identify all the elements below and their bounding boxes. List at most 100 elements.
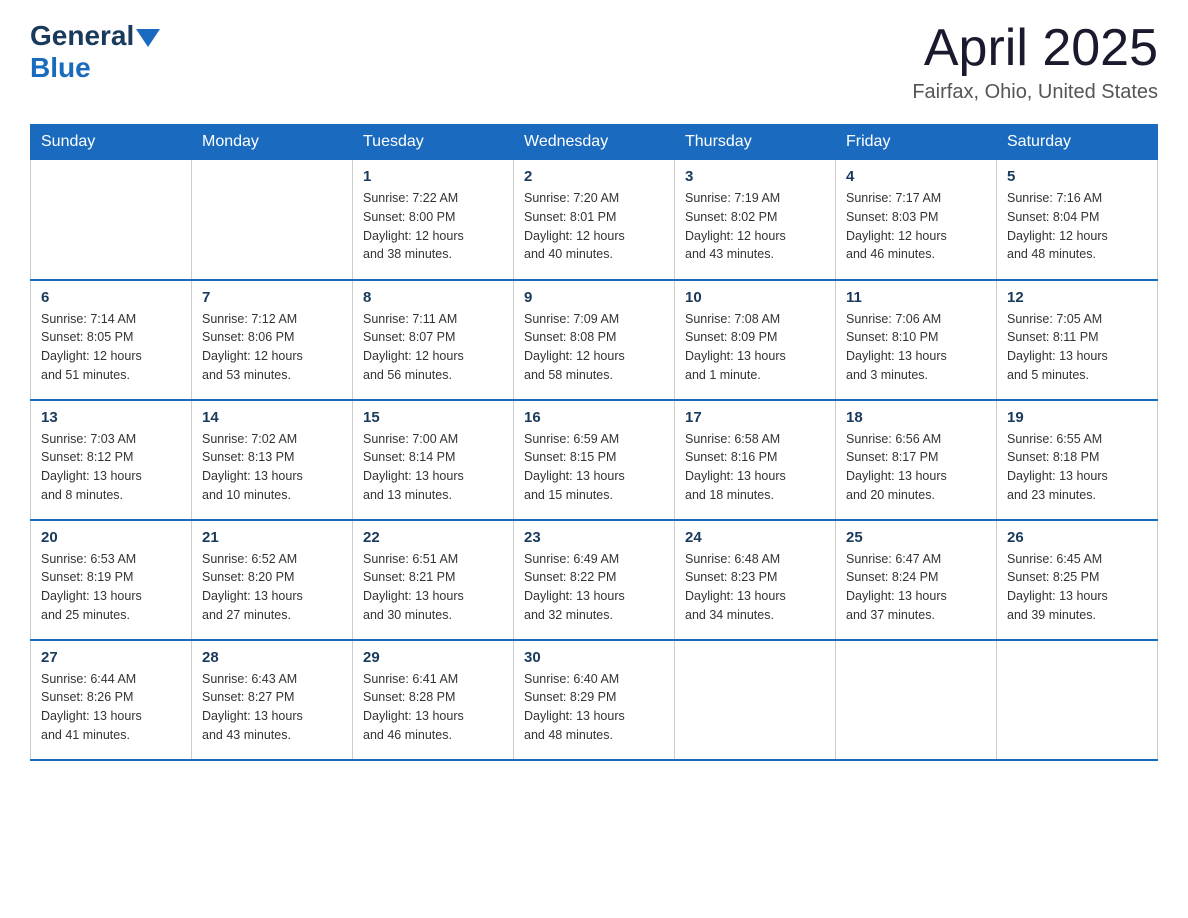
calendar-cell: 10 Sunrise: 7:08 AM Sunset: 8:09 PM Dayli… [675, 280, 836, 400]
calendar-cell: 21 Sunrise: 6:52 AM Sunset: 8:20 PM Dayli… [192, 520, 353, 640]
calendar-cell: 26Sunrise: 6:45 AM Sunset: 8:25 PM Dayli… [997, 520, 1158, 640]
day-number: 14 [202, 409, 342, 426]
day-number: 4 [846, 168, 986, 185]
day-of-week-header: Tuesday [353, 125, 514, 160]
day-info: Sunrise: 7:19 AM Sunset: 8:02 PM Dayligh… [685, 189, 825, 264]
calendar-cell: 4 Sunrise: 7:17 AM Sunset: 8:03 PM Daylig… [836, 160, 997, 280]
day-number: 2 [524, 168, 664, 185]
calendar-cell [997, 640, 1158, 760]
day-number: 17 [685, 409, 825, 426]
location-text: Fairfax, Ohio, United States [912, 81, 1158, 104]
logo-blue-text: Blue [30, 52, 91, 84]
calendar-cell: 6 Sunrise: 7:14 AM Sunset: 8:05 PM Daylig… [31, 280, 192, 400]
calendar-cell: 15 Sunrise: 7:00 AM Sunset: 8:14 PM Dayli… [353, 400, 514, 520]
calendar-cell: 29Sunrise: 6:41 AM Sunset: 8:28 PM Dayli… [353, 640, 514, 760]
day-of-week-header: Thursday [675, 125, 836, 160]
day-number: 30 [524, 649, 664, 666]
day-number: 24 [685, 529, 825, 546]
day-number: 26 [1007, 529, 1147, 546]
month-title: April 2025 [912, 20, 1158, 77]
day-number: 12 [1007, 289, 1147, 306]
day-of-week-header: Friday [836, 125, 997, 160]
calendar-cell: 13 Sunrise: 7:03 AM Sunset: 8:12 PM Dayli… [31, 400, 192, 520]
day-info: Sunrise: 6:49 AM Sunset: 8:22 PM Dayligh… [524, 550, 664, 625]
day-number: 15 [363, 409, 503, 426]
calendar-cell: 20 Sunrise: 6:53 AM Sunset: 8:19 PM Dayli… [31, 520, 192, 640]
day-number: 18 [846, 409, 986, 426]
day-number: 9 [524, 289, 664, 306]
day-info: Sunrise: 6:53 AM Sunset: 8:19 PM Dayligh… [41, 550, 181, 625]
calendar-week-row: 27 Sunrise: 6:44 AM Sunset: 8:26 PM Dayli… [31, 640, 1158, 760]
day-info: Sunrise: 7:11 AM Sunset: 8:07 PM Dayligh… [363, 310, 503, 385]
day-number: 28 [202, 649, 342, 666]
calendar-cell: 19 Sunrise: 6:55 AM Sunset: 8:18 PM Dayli… [997, 400, 1158, 520]
day-number: 21 [202, 529, 342, 546]
day-info: Sunrise: 7:14 AM Sunset: 8:05 PM Dayligh… [41, 310, 181, 385]
calendar-cell: 14 Sunrise: 7:02 AM Sunset: 8:13 PM Dayli… [192, 400, 353, 520]
calendar-cell: 23 Sunrise: 6:49 AM Sunset: 8:22 PM Dayli… [514, 520, 675, 640]
day-number: 22 [363, 529, 503, 546]
calendar-cell: 30 Sunrise: 6:40 AM Sunset: 8:29 PM Dayli… [514, 640, 675, 760]
calendar-body: 1 Sunrise: 7:22 AM Sunset: 8:00 PM Daylig… [31, 160, 1158, 760]
day-number: 7 [202, 289, 342, 306]
calendar-table: SundayMondayTuesdayWednesdayThursdayFrid… [30, 124, 1158, 761]
day-number: 16 [524, 409, 664, 426]
day-info: Sunrise: 7:20 AM Sunset: 8:01 PM Dayligh… [524, 189, 664, 264]
day-info: Sunrise: 7:17 AM Sunset: 8:03 PM Dayligh… [846, 189, 986, 264]
calendar-cell [836, 640, 997, 760]
day-number: 19 [1007, 409, 1147, 426]
calendar-cell: 24 Sunrise: 6:48 AM Sunset: 8:23 PM Dayli… [675, 520, 836, 640]
day-info: Sunrise: 6:48 AM Sunset: 8:23 PM Dayligh… [685, 550, 825, 625]
page-header: General Blue April 2025 Fairfax, Ohio, U… [30, 20, 1158, 104]
day-info: Sunrise: 6:47 AM Sunset: 8:24 PM Dayligh… [846, 550, 986, 625]
day-info: Sunrise: 6:56 AM Sunset: 8:17 PM Dayligh… [846, 430, 986, 505]
day-info: Sunrise: 7:16 AM Sunset: 8:04 PM Dayligh… [1007, 189, 1147, 264]
day-number: 3 [685, 168, 825, 185]
day-of-week-header: Sunday [31, 125, 192, 160]
calendar-cell: 16 Sunrise: 6:59 AM Sunset: 8:15 PM Dayli… [514, 400, 675, 520]
day-number: 1 [363, 168, 503, 185]
day-info: Sunrise: 7:08 AM Sunset: 8:09 PM Dayligh… [685, 310, 825, 385]
calendar-cell: 18 Sunrise: 6:56 AM Sunset: 8:17 PM Dayli… [836, 400, 997, 520]
calendar-week-row: 6 Sunrise: 7:14 AM Sunset: 8:05 PM Daylig… [31, 280, 1158, 400]
calendar-cell: 3 Sunrise: 7:19 AM Sunset: 8:02 PM Daylig… [675, 160, 836, 280]
day-info: Sunrise: 6:55 AM Sunset: 8:18 PM Dayligh… [1007, 430, 1147, 505]
day-info: Sunrise: 6:44 AM Sunset: 8:26 PM Dayligh… [41, 670, 181, 745]
day-number: 6 [41, 289, 181, 306]
day-number: 8 [363, 289, 503, 306]
calendar-cell [192, 160, 353, 280]
calendar-cell: 17 Sunrise: 6:58 AM Sunset: 8:16 PM Dayli… [675, 400, 836, 520]
calendar-week-row: 20 Sunrise: 6:53 AM Sunset: 8:19 PM Dayli… [31, 520, 1158, 640]
day-info: Sunrise: 7:03 AM Sunset: 8:12 PM Dayligh… [41, 430, 181, 505]
calendar-header: SundayMondayTuesdayWednesdayThursdayFrid… [31, 125, 1158, 160]
day-number: 11 [846, 289, 986, 306]
day-info: Sunrise: 7:06 AM Sunset: 8:10 PM Dayligh… [846, 310, 986, 385]
day-info: Sunrise: 6:58 AM Sunset: 8:16 PM Dayligh… [685, 430, 825, 505]
calendar-cell [675, 640, 836, 760]
title-block: April 2025 Fairfax, Ohio, United States [912, 20, 1158, 104]
calendar-cell: 11 Sunrise: 7:06 AM Sunset: 8:10 PM Dayli… [836, 280, 997, 400]
day-of-week-header: Saturday [997, 125, 1158, 160]
day-number: 27 [41, 649, 181, 666]
calendar-cell: 2 Sunrise: 7:20 AM Sunset: 8:01 PM Daylig… [514, 160, 675, 280]
calendar-cell: 25Sunrise: 6:47 AM Sunset: 8:24 PM Dayli… [836, 520, 997, 640]
calendar-cell: 1 Sunrise: 7:22 AM Sunset: 8:00 PM Daylig… [353, 160, 514, 280]
day-info: Sunrise: 6:59 AM Sunset: 8:15 PM Dayligh… [524, 430, 664, 505]
logo-general-text: General [30, 20, 134, 52]
day-info: Sunrise: 6:52 AM Sunset: 8:20 PM Dayligh… [202, 550, 342, 625]
day-number: 10 [685, 289, 825, 306]
day-info: Sunrise: 7:22 AM Sunset: 8:00 PM Dayligh… [363, 189, 503, 264]
day-number: 20 [41, 529, 181, 546]
day-of-week-header: Wednesday [514, 125, 675, 160]
day-number: 23 [524, 529, 664, 546]
calendar-cell: 27 Sunrise: 6:44 AM Sunset: 8:26 PM Dayli… [31, 640, 192, 760]
day-number: 29 [363, 649, 503, 666]
day-info: Sunrise: 6:51 AM Sunset: 8:21 PM Dayligh… [363, 550, 503, 625]
day-info: Sunrise: 7:05 AM Sunset: 8:11 PM Dayligh… [1007, 310, 1147, 385]
day-info: Sunrise: 7:00 AM Sunset: 8:14 PM Dayligh… [363, 430, 503, 505]
day-info: Sunrise: 7:02 AM Sunset: 8:13 PM Dayligh… [202, 430, 342, 505]
day-info: Sunrise: 6:40 AM Sunset: 8:29 PM Dayligh… [524, 670, 664, 745]
calendar-cell: 5Sunrise: 7:16 AM Sunset: 8:04 PM Daylig… [997, 160, 1158, 280]
day-number: 13 [41, 409, 181, 426]
logo-arrow-icon [136, 29, 160, 47]
